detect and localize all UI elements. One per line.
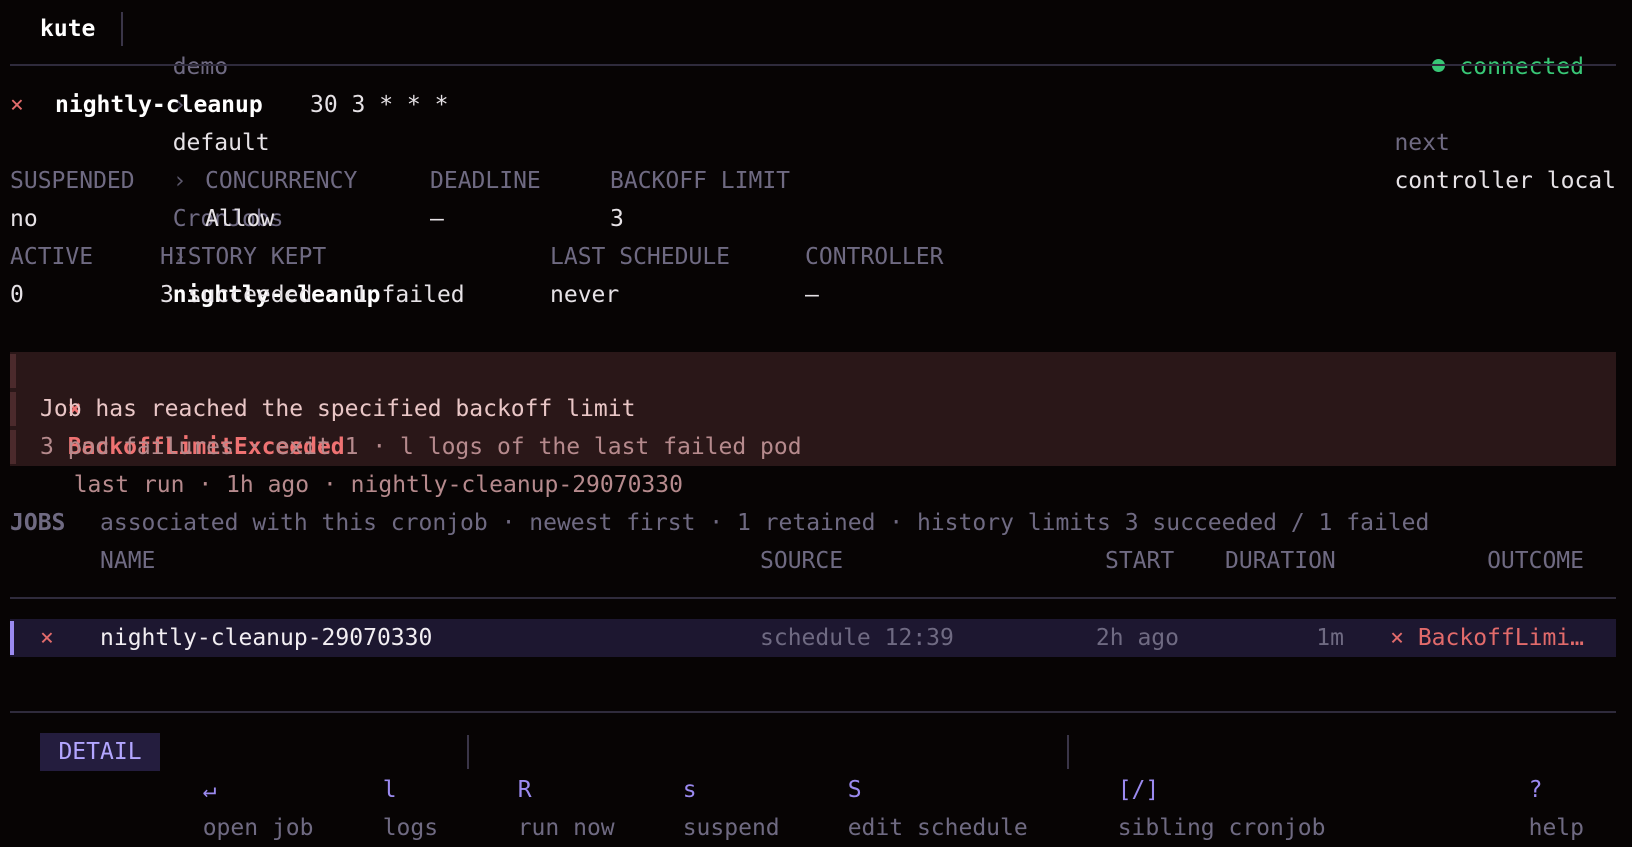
prop-value-concurrency: Allow bbox=[205, 206, 275, 232]
job-source: schedule 12:39 bbox=[760, 625, 954, 651]
action-open-job[interactable]: ↵ open job bbox=[175, 733, 314, 847]
prop-value-backoff-limit: 3 bbox=[610, 206, 624, 232]
action-label: open job bbox=[202, 815, 314, 841]
prop-value-history-kept: 3 succeeded · 1 failed bbox=[160, 282, 465, 308]
prop-value-controller: – bbox=[805, 282, 819, 308]
error-meta: last run · 1h ago · nightly-cleanup-2907… bbox=[73, 472, 683, 498]
prop-label-last-schedule: LAST SCHEDULE bbox=[550, 244, 731, 270]
prop-label-concurrency: CONCURRENCY bbox=[205, 168, 358, 194]
prop-label-active: ACTIVE bbox=[10, 244, 94, 270]
prop-value-suspended: no bbox=[10, 206, 38, 232]
action-help[interactable]: ? help bbox=[1501, 733, 1584, 847]
next-run-label: next bbox=[1394, 130, 1450, 156]
breadcrumb-context[interactable]: demo bbox=[173, 54, 228, 80]
action-sibling-cronjob[interactable]: [/] sibling cronjob bbox=[1090, 733, 1326, 847]
col-header-name[interactable]: NAME bbox=[100, 542, 155, 580]
footer-rule bbox=[10, 711, 1616, 713]
action-label: run now bbox=[517, 815, 615, 841]
action-key: R bbox=[517, 777, 532, 803]
col-header-source[interactable]: SOURCE bbox=[760, 542, 843, 580]
jobs-section-title: JOBS bbox=[10, 510, 66, 536]
action-logs[interactable]: l logs bbox=[355, 733, 438, 847]
prop-label-deadline: DEADLINE bbox=[430, 168, 541, 194]
selection-marker bbox=[10, 621, 14, 655]
action-key: s bbox=[682, 777, 697, 803]
cronjob-schedule: 30 3 * * * bbox=[310, 92, 449, 118]
action-key: S bbox=[847, 777, 862, 803]
header-divider bbox=[121, 12, 123, 46]
breadcrumb-separator-icon: › bbox=[172, 168, 187, 194]
next-run: next controller local bbox=[1367, 86, 1616, 200]
prop-value-active: 0 bbox=[10, 282, 24, 308]
prop-label-controller: CONTROLLER bbox=[805, 244, 944, 270]
breadcrumb-namespace[interactable]: default bbox=[173, 130, 270, 156]
col-header-duration[interactable]: DURATION bbox=[1225, 542, 1336, 580]
prop-value-last-schedule: never bbox=[550, 282, 620, 308]
error-message: Job has reached the specified backoff li… bbox=[40, 396, 636, 422]
action-label: suspend bbox=[682, 815, 780, 841]
action-label: sibling cronjob bbox=[1117, 815, 1326, 841]
prop-value-deadline: – bbox=[430, 206, 444, 232]
next-run-value: controller local bbox=[1394, 168, 1616, 194]
prop-label-backoff-limit: BACKOFF LIMIT bbox=[610, 168, 791, 194]
action-run-now[interactable]: R run now bbox=[490, 733, 615, 847]
action-key: l bbox=[382, 777, 397, 803]
jobs-section-subtitle: associated with this cronjob · newest fi… bbox=[100, 510, 1430, 536]
error-gutter bbox=[10, 392, 16, 426]
job-name[interactable]: nightly-cleanup-29070330 bbox=[100, 619, 432, 657]
action-suspend[interactable]: s suspend bbox=[655, 733, 780, 847]
enter-key-icon: ↵ bbox=[202, 777, 217, 803]
connection-status: connected bbox=[1405, 10, 1584, 86]
prop-label-suspended: SUSPENDED bbox=[10, 168, 135, 194]
mode-badge: DETAIL bbox=[40, 733, 160, 771]
footer-divider bbox=[1067, 735, 1069, 769]
col-header-outcome[interactable]: OUTCOME bbox=[1487, 542, 1584, 580]
action-label: help bbox=[1528, 815, 1584, 841]
error-gutter bbox=[10, 430, 16, 464]
connection-status-label: connected bbox=[1459, 54, 1584, 80]
cronjob-name: nightly-cleanup bbox=[55, 92, 263, 118]
failed-icon: × bbox=[10, 92, 24, 118]
action-label: edit schedule bbox=[847, 815, 1028, 841]
col-header-start[interactable]: START bbox=[1105, 542, 1174, 580]
job-start: 2h ago bbox=[1095, 625, 1179, 651]
table-header-rule bbox=[10, 597, 1616, 599]
job-failed-icon: × bbox=[40, 625, 54, 651]
error-gutter bbox=[10, 354, 16, 388]
footer-divider bbox=[467, 735, 469, 769]
action-label: logs bbox=[382, 815, 439, 841]
help-icon: ? bbox=[1528, 777, 1543, 803]
job-outcome: × BackoffLimi… bbox=[1390, 625, 1584, 651]
header-rule bbox=[10, 64, 1616, 66]
action-edit-schedule[interactable]: S edit schedule bbox=[820, 733, 1028, 847]
prop-label-history-kept: HISTORY KEPT bbox=[160, 244, 327, 270]
job-duration: 1m bbox=[1316, 625, 1344, 651]
app-name: kute bbox=[40, 16, 96, 42]
error-detail: 3 pod failures · exit 1 · l logs of the … bbox=[40, 434, 802, 460]
action-key: [/] bbox=[1117, 777, 1160, 803]
